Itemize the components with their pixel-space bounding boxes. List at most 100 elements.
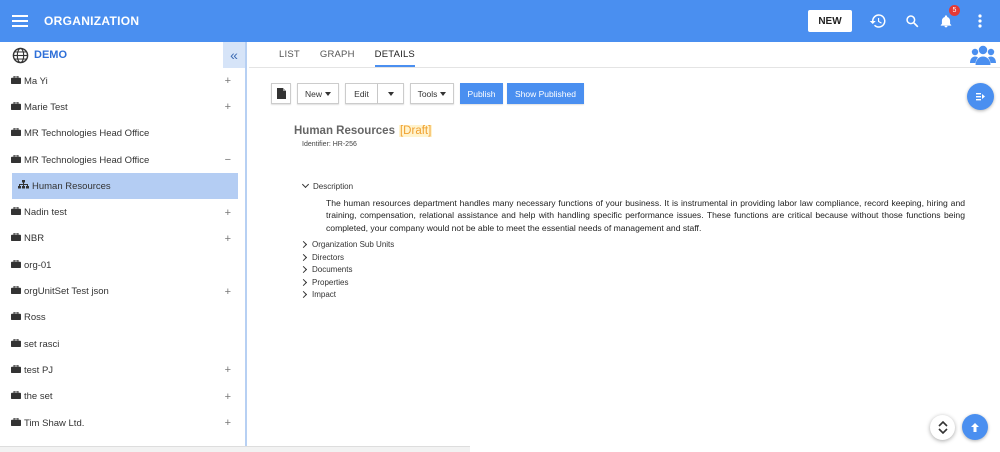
sidebar-item[interactable]: Ma Yi + [0,68,245,94]
caret-down-icon [325,91,331,96]
sidebar-item[interactable]: MR Technologies Head Office [0,121,245,147]
sidebar-item[interactable]: Marie Test + [0,94,245,120]
collapse-sidebar-button[interactable]: « [223,42,245,68]
description-label: Description [313,181,354,191]
sidebar-item-label: org-01 [24,259,52,271]
section-label: Impact [312,290,337,300]
org-tree: Ma Yi + Marie Test + MR Technologies Head Of… [0,68,245,436]
new-button[interactable]: NEW [808,10,852,32]
publish-button[interactable]: Publish [460,83,503,104]
collapse-icon[interactable]: − [225,154,231,166]
description-section-toggle[interactable]: Description [301,180,982,193]
chevron-right-icon [299,278,308,286]
edit-dropdown-toggle[interactable] [378,83,404,104]
sidebar-item[interactable]: Tim Shaw Ltd. + [0,410,245,436]
sidebar-item[interactable]: Human Resources [12,173,238,200]
expand-icon[interactable]: + [225,391,231,403]
details-toolbar: New Edit Tools Publish Show Published [271,83,588,104]
sidebar-item[interactable]: org-01 [0,252,245,278]
scroll-to-top-button[interactable] [962,414,988,440]
scroll-toggle-button[interactable] [930,415,955,440]
caret-down-icon [440,91,447,96]
publish-label: Publish [467,88,496,99]
section-toggle[interactable]: Directors [299,251,982,264]
sidebar-item-label: Ross [24,312,46,324]
chevron-down-icon [301,181,310,189]
sidebar: DEMO « Ma Yi + Marie Test + MR Technologies … [0,42,247,452]
expand-icon[interactable]: + [225,75,231,87]
sidebar-item[interactable]: orgUnitSet Test json + [0,278,245,304]
briefcase-icon [11,417,21,429]
briefcase-icon [11,364,21,376]
history-icon[interactable] [868,11,888,31]
show-published-button[interactable]: Show Published [507,83,584,104]
sidebar-item[interactable]: Ross [0,305,245,331]
sidebar-item-label: Ma Yi [24,75,48,87]
arrow-up-icon [971,422,979,432]
edit-button[interactable]: Edit [345,83,378,104]
app-title: ORGANIZATION [44,14,140,28]
edit-label: Edit [354,88,369,99]
chevron-right-icon [299,253,308,261]
briefcase-icon [11,154,21,166]
expand-icon[interactable]: + [225,364,231,376]
new-dropdown-button[interactable]: New [297,83,339,104]
top-app-bar: ORGANIZATION NEW 5 [0,0,1000,42]
globe-icon [12,47,29,63]
sidebar-item-label: Human Resources [32,180,111,192]
org-name: DEMO [34,49,67,61]
sidebar-item-label: Marie Test [24,101,68,113]
expand-icon[interactable]: + [225,417,231,429]
sidebar-item-label: test PJ [24,364,54,376]
menu-icon[interactable] [12,15,28,27]
section-toggle[interactable]: Impact [299,288,982,301]
sidebar-item[interactable]: Nadin test + [0,199,245,225]
status-badge: [Draft] [398,125,433,137]
section-label: Documents [312,265,353,275]
org-chart-icon [18,180,29,192]
tab-graph[interactable]: GRAPH [320,49,355,67]
briefcase-icon [11,338,21,350]
document-button[interactable] [271,83,291,104]
more-vert-icon[interactable] [970,11,990,31]
chevron-up-down-icon [937,421,948,434]
detail-sections: Description The human resources departme… [299,180,982,301]
section-toggle[interactable]: Documents [299,263,982,276]
side-panel-fab[interactable] [967,83,994,110]
briefcase-icon [11,285,21,297]
people-group-icon[interactable] [970,44,996,71]
briefcase-icon [11,127,21,139]
briefcase-icon [11,232,21,244]
tools-dropdown-button[interactable]: Tools [410,83,454,104]
caret-down-icon [387,91,394,96]
record-title: Human Resources [Draft] [294,125,433,137]
sidebar-item[interactable]: MR Technologies Head Office − [0,147,245,173]
show-published-label: Show Published [515,88,576,99]
tab-details[interactable]: DETAILS [374,49,415,67]
new-dropdown-label: New [304,88,322,99]
expand-icon[interactable]: + [225,286,231,298]
search-icon[interactable] [902,11,922,31]
expand-icon[interactable]: + [225,233,231,245]
section-toggle[interactable]: Organization Sub Units [299,238,982,251]
sidebar-item-label: Nadin test [24,207,67,219]
section-toggle[interactable]: Properties [299,276,982,289]
expand-icon[interactable]: + [225,207,231,219]
sidebar-item[interactable]: NBR + [0,226,245,252]
briefcase-icon [11,206,21,218]
briefcase-icon [11,390,21,402]
chevron-right-icon [299,290,308,299]
notification-badge: 5 [949,5,960,16]
sidebar-item[interactable]: test PJ + [0,357,245,383]
sidebar-item[interactable]: the set + [0,384,245,410]
section-label: Properties [312,277,349,287]
view-tabs: LIST GRAPH DETAILS [249,42,1000,68]
expand-icon[interactable]: + [225,101,231,113]
notifications-icon[interactable]: 5 [936,5,960,31]
sidebar-item[interactable]: set rasci [0,331,245,357]
chevron-right-icon [299,240,308,249]
tab-list[interactable]: LIST [279,49,300,67]
sidebar-item-label: MR Technologies Head Office [24,128,150,140]
sidebar-item-label: the set [24,391,53,403]
briefcase-icon [11,259,21,271]
